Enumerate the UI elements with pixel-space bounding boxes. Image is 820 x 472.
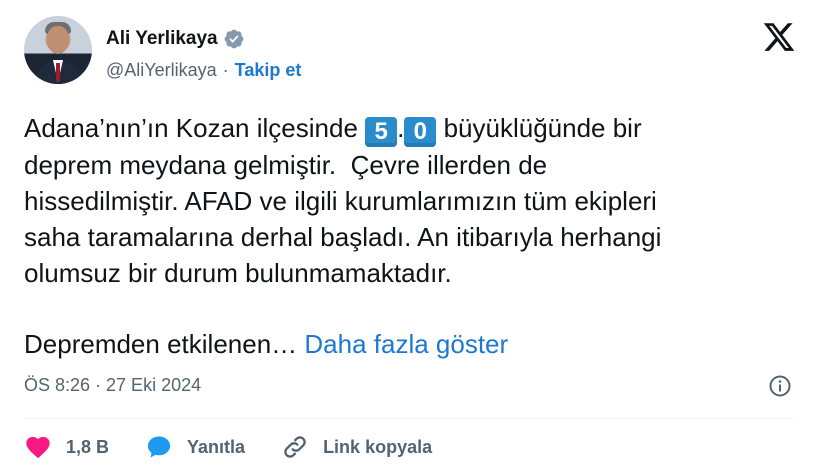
keycap-digit-5: 5 bbox=[365, 117, 398, 147]
keycap-digit-0: 0 bbox=[404, 117, 437, 147]
tweet-text-rest: deprem meydana gelmiştir. Çevre illerden… bbox=[24, 150, 662, 288]
reply-button[interactable]: Yanıtla bbox=[145, 433, 245, 461]
info-icon[interactable] bbox=[768, 374, 792, 398]
avatar[interactable] bbox=[24, 16, 92, 84]
heart-icon bbox=[26, 436, 50, 459]
tweet-line1-after: büyüklüğünde bir bbox=[436, 113, 642, 143]
author-handle[interactable]: @AliYerlikaya bbox=[106, 60, 217, 81]
verified-badge-icon bbox=[224, 29, 244, 49]
tweet-line1-before: Adana’nın’ın Kozan ilçesinde bbox=[24, 113, 366, 143]
author-name-row: Ali Yerlikaya bbox=[106, 28, 245, 50]
tweet-header: Ali Yerlikaya @AliYerlikaya · Takip et bbox=[24, 16, 796, 88]
reply-label: Yanıtla bbox=[187, 436, 246, 457]
like-count: 1,8 B bbox=[66, 436, 110, 457]
action-bar: 1,8 B Yanıtla Link kopyala bbox=[24, 433, 468, 461]
reply-bubble-icon bbox=[147, 436, 171, 458]
show-more-link[interactable]: Daha fazla göster bbox=[304, 329, 508, 359]
author-handle-row: @AliYerlikaya · Takip et bbox=[106, 60, 301, 81]
keycap-dot: . bbox=[397, 113, 405, 143]
x-logo-icon[interactable] bbox=[762, 20, 796, 54]
tweet-card: Ali Yerlikaya @AliYerlikaya · Takip et A… bbox=[0, 0, 820, 472]
truncated-line: Depremden etkilenen… Daha fazla göster bbox=[24, 326, 508, 362]
author-name[interactable]: Ali Yerlikaya bbox=[106, 28, 218, 50]
copy-link-button[interactable]: Link kopyala bbox=[281, 433, 432, 461]
separator-dot: · bbox=[222, 60, 229, 80]
link-icon bbox=[284, 436, 306, 458]
copy-link-label: Link kopyala bbox=[323, 436, 433, 457]
like-button[interactable]: 1,8 B bbox=[24, 433, 109, 461]
tweet-body: Adana’nın’ın Kozan ilçesinde 5.0 büyüklü… bbox=[24, 110, 804, 291]
truncated-text: Depremden etkilenen… bbox=[24, 329, 298, 359]
divider bbox=[24, 418, 796, 419]
follow-button[interactable]: Takip et bbox=[235, 60, 302, 81]
tweet-timestamp[interactable]: ÖS 8:26 · 27 Eki 2024 bbox=[24, 375, 201, 396]
